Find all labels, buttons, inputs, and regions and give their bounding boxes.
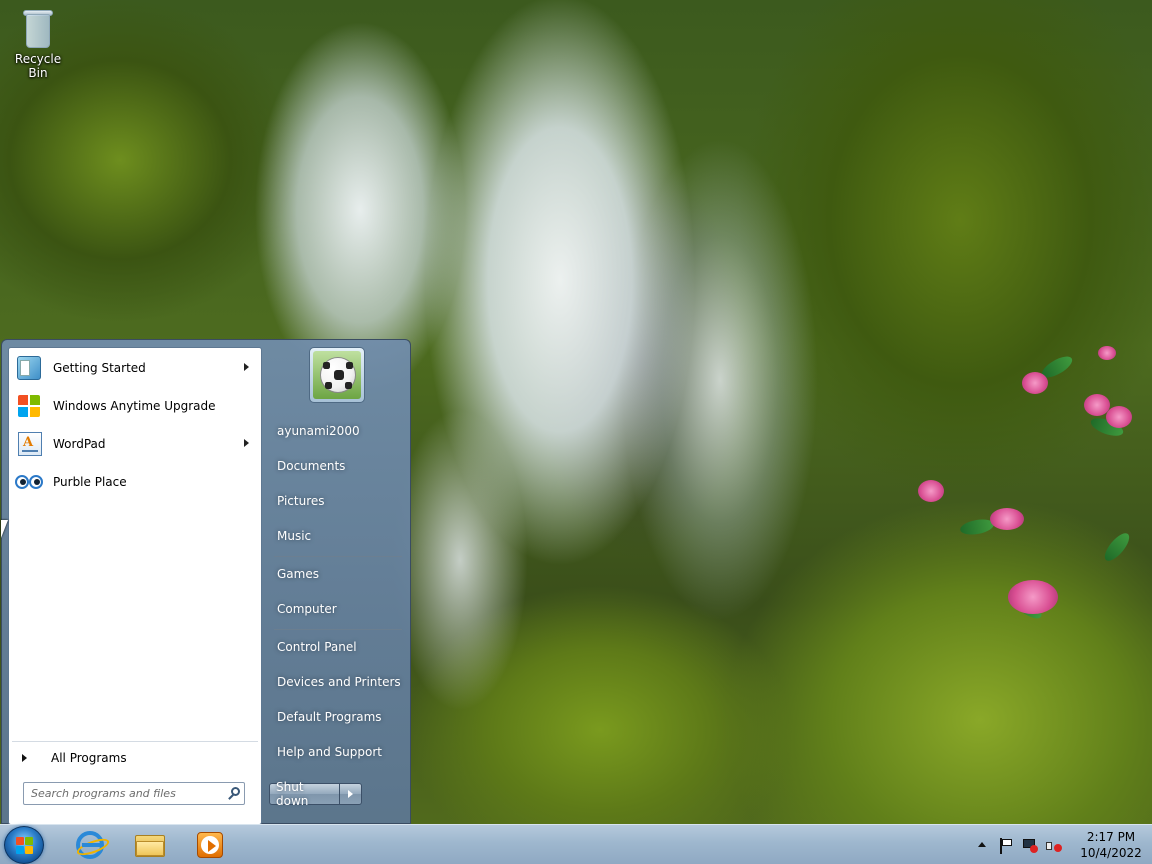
start-item-documents[interactable]: Documents [271,452,403,480]
start-item-user-folder[interactable]: ayunami2000 [271,417,403,445]
right-pane-separator [274,556,402,557]
desktop-icon-recycle-bin[interactable]: Recycle Bin [4,6,72,80]
all-programs-button[interactable]: All Programs [12,745,258,771]
taskbar-windows-explorer[interactable] [122,827,178,863]
wallpaper-flower [1098,346,1116,360]
start-item-devices-and-printers[interactable]: Devices and Printers [271,668,403,696]
purble-place-icon [14,468,44,496]
programs-separator [12,741,258,742]
search-box [23,782,245,805]
volume-muted-icon[interactable] [1046,838,1062,854]
program-wordpad[interactable]: A WordPad [12,427,260,461]
program-label: WordPad [53,437,106,451]
wallpaper-flower [1022,372,1048,394]
start-menu: Getting Started Windows Anytime Upgrade … [1,339,411,825]
start-menu-programs-pane: Getting Started Windows Anytime Upgrade … [8,347,262,825]
folder-icon [135,833,165,857]
program-label: Purble Place [53,475,127,489]
windows-flag-icon [14,392,44,420]
soccer-ball-avatar [313,351,361,399]
recycle-bin-icon [20,6,56,50]
wallpaper-flower [1008,580,1058,614]
start-item-games[interactable]: Games [271,560,403,588]
start-menu-right-pane: ayunami2000 Documents Pictures Music Gam… [264,340,410,825]
all-programs-label: All Programs [51,751,127,765]
start-item-computer[interactable]: Computer [271,595,403,623]
clock-time: 2:17 PM [1086,830,1136,844]
wallpaper-flower [990,508,1024,530]
clock-date: 10/4/2022 [1080,846,1142,860]
wallpaper-leaf [1100,529,1134,565]
program-getting-started[interactable]: Getting Started [12,351,260,385]
system-tray: 2:17 PM 10/4/2022 [952,825,1152,864]
start-item-default-programs[interactable]: Default Programs [271,703,403,731]
shutdown-group: Shut down [269,780,362,808]
start-item-pictures[interactable]: Pictures [271,487,403,515]
wallpaper-flower [918,480,944,502]
submenu-arrow-icon [244,439,249,447]
wordpad-icon: A [14,430,44,458]
wallpaper-flower [1106,406,1132,428]
taskbar: 2:17 PM 10/4/2022 [0,824,1152,864]
program-windows-anytime-upgrade[interactable]: Windows Anytime Upgrade [12,389,260,423]
mouse-cursor [1,520,8,538]
getting-started-icon [14,354,44,382]
program-purble-place[interactable]: Purble Place [12,465,260,499]
shutdown-options-button[interactable] [340,783,362,805]
desktop-icon-label: Recycle Bin [14,52,62,80]
start-button[interactable] [4,826,44,864]
right-pane-separator [274,629,402,630]
shutdown-button[interactable]: Shut down [269,780,340,808]
submenu-arrow-icon [244,363,249,371]
all-programs-arrow-icon [22,754,27,762]
internet-explorer-icon [74,831,112,859]
clock[interactable]: 2:17 PM 10/4/2022 [1078,829,1144,861]
start-item-help-and-support[interactable]: Help and Support [271,738,403,766]
start-item-control-panel[interactable]: Control Panel [271,633,403,661]
start-item-music[interactable]: Music [271,522,403,550]
windows-logo-icon [16,837,34,855]
taskbar-media-player[interactable] [182,827,238,863]
action-center-flag-icon[interactable] [998,838,1014,854]
avatar[interactable] [309,347,365,403]
program-label: Windows Anytime Upgrade [53,399,216,413]
media-player-icon [197,832,223,858]
search-icon[interactable] [227,786,243,802]
taskbar-internet-explorer[interactable] [62,827,118,863]
show-hidden-icons[interactable] [978,842,986,847]
search-input[interactable] [31,787,227,800]
program-label: Getting Started [53,361,146,375]
network-disconnected-icon[interactable] [1022,838,1038,854]
chevron-right-icon [348,790,353,798]
